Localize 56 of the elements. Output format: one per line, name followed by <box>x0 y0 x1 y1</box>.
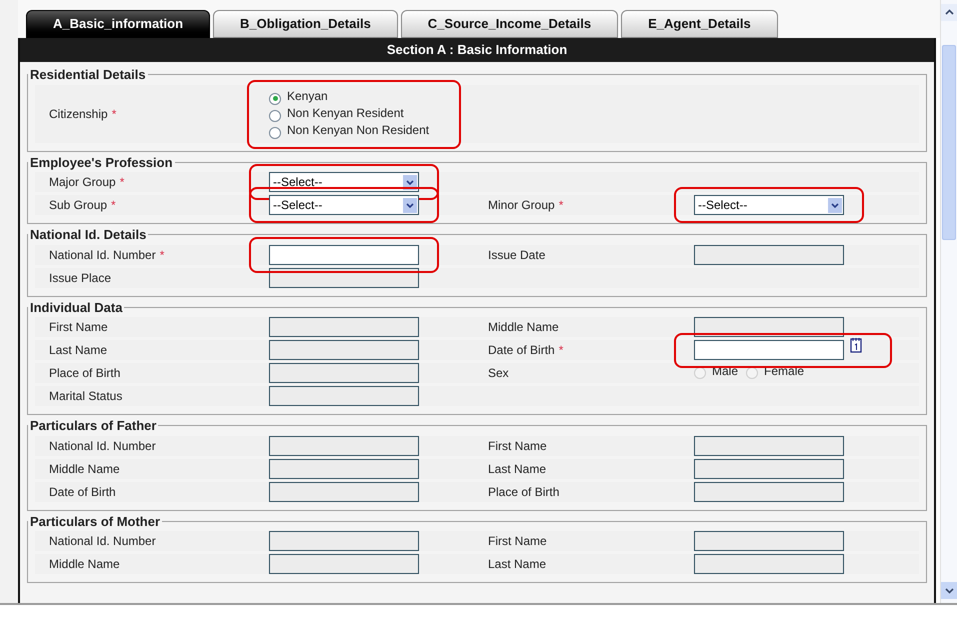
field-label: Issue Place <box>49 270 112 284</box>
field-label: Minor Group <box>488 198 555 212</box>
required-asterisk: * <box>558 343 564 357</box>
required-asterisk: * <box>111 198 116 212</box>
field-label: Date of Birth <box>488 343 555 357</box>
fieldset-legend: Residential Details <box>28 65 148 84</box>
field-label: Marital Status <box>49 389 122 403</box>
radio-option[interactable]: Non Kenyan Non Resident <box>269 122 430 139</box>
field-label: First Name <box>488 534 547 548</box>
field-label: Last Name <box>488 462 546 476</box>
field-label: Middle Name <box>488 320 559 334</box>
calendar-icon[interactable] <box>850 337 862 353</box>
scroll-up-icon[interactable] <box>941 4 957 21</box>
fieldset-legend: National Id. Details <box>28 225 148 244</box>
field-label: Date of Birth <box>49 484 116 498</box>
field-label: Last Name <box>49 343 108 357</box>
chevron-down-icon <box>403 198 417 212</box>
radio-option[interactable]: Non Kenyan Resident <box>269 105 430 122</box>
field-label: Sub Group <box>49 198 108 212</box>
field-label: Middle Name <box>49 557 120 571</box>
scroll-down-icon[interactable] <box>941 582 957 599</box>
field-label: Place of Birth <box>49 366 120 380</box>
fieldset-legend: Individual Data <box>28 298 124 317</box>
fieldset-legend: Employee's Profession <box>28 152 175 172</box>
select-dropdown[interactable]: --Select-- <box>694 195 844 215</box>
chevron-down-icon <box>828 198 842 212</box>
select-dropdown[interactable]: --Select-- <box>269 172 419 192</box>
required-asterisk: * <box>120 175 124 189</box>
tab[interactable]: B_Obligation_Details <box>213 10 398 38</box>
field-label: First Name <box>488 438 547 452</box>
scroll-thumb[interactable] <box>942 45 956 240</box>
field-label: Major Group <box>49 175 116 189</box>
fieldset-legend: Particulars of Father <box>28 416 158 436</box>
field-label: Citizenship <box>49 106 108 120</box>
field-label: Issue Date <box>488 248 546 262</box>
tab[interactable]: A_Basic_information <box>26 10 210 38</box>
radio-option[interactable]: Kenyan <box>269 88 430 105</box>
field-label: First Name <box>49 320 108 334</box>
required-asterisk: * <box>112 106 116 120</box>
text-field[interactable] <box>269 244 419 264</box>
section-header: Section A : Basic Information <box>20 38 934 62</box>
field-label: Middle Name <box>49 462 120 476</box>
field-label: Place of Birth <box>488 484 560 498</box>
fieldset-legend: Particulars of Mother <box>28 512 162 531</box>
date-field[interactable] <box>694 340 844 360</box>
tab[interactable]: C_Source_Income_Details <box>400 10 618 38</box>
required-asterisk: * <box>160 248 164 262</box>
field-label: National Id. Number <box>49 438 156 452</box>
scrollbar[interactable] <box>940 0 957 603</box>
field-label: Last Name <box>488 557 546 571</box>
required-asterisk: * <box>558 198 564 212</box>
field-label: National Id. Number <box>49 534 156 548</box>
field-label: National Id. Number <box>49 248 156 262</box>
select-dropdown[interactable]: --Select-- <box>269 195 419 215</box>
field-label: Sex <box>488 366 509 380</box>
tab[interactable]: E_Agent_Details <box>621 10 778 38</box>
